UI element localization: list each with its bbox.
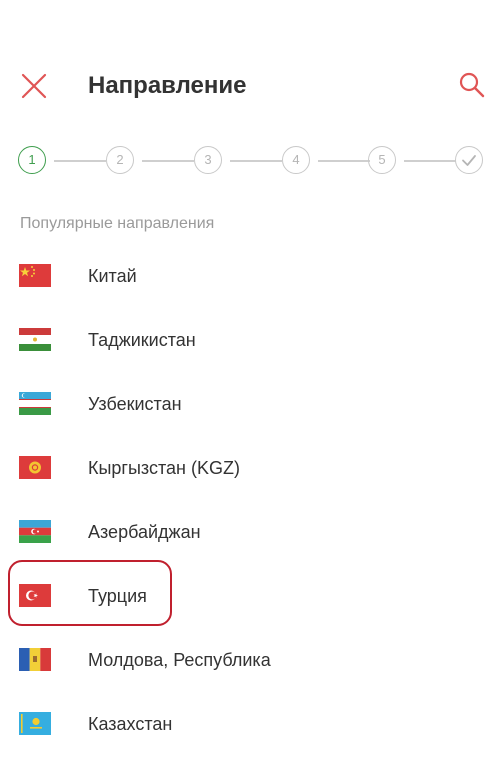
- step-connector: [404, 160, 456, 162]
- country-name: Молдова, Республика: [88, 650, 271, 670]
- header: Направление: [0, 0, 502, 130]
- page-title: Направление: [88, 72, 247, 99]
- search-button[interactable]: [456, 70, 488, 102]
- step-connector: [54, 160, 106, 162]
- list-item[interactable]: Таджикистан: [0, 308, 502, 372]
- turkey-flag-icon: [19, 584, 51, 607]
- kyrgyzstan-flag-icon: [19, 456, 51, 479]
- step-5[interactable]: 5: [368, 146, 396, 174]
- list-item[interactable]: Турция: [0, 564, 502, 628]
- country-name: Кыргызстан (KGZ): [88, 458, 240, 478]
- list-item[interactable]: Китай: [0, 244, 502, 308]
- list-item[interactable]: Кыргызстан (KGZ): [0, 436, 502, 500]
- step-3[interactable]: 3: [194, 146, 222, 174]
- list-item[interactable]: Молдова, Республика: [0, 628, 502, 692]
- country-name: Турция: [88, 586, 147, 606]
- section-label: Популярные направления: [20, 215, 215, 232]
- close-button[interactable]: [18, 70, 50, 102]
- list-item[interactable]: Казахстан: [0, 692, 502, 756]
- close-icon: [21, 73, 47, 99]
- step-connector: [230, 160, 282, 162]
- country-name: Таджикистан: [88, 330, 196, 350]
- step-4[interactable]: 4: [282, 146, 310, 174]
- azerbaijan-flag-icon: [19, 520, 51, 543]
- kazakhstan-flag-icon: [19, 712, 51, 735]
- step-connector: [318, 160, 370, 162]
- search-icon: [459, 72, 485, 98]
- step-1[interactable]: 1: [18, 146, 46, 174]
- list-item[interactable]: Узбекистан: [0, 372, 502, 436]
- country-name: Казахстан: [88, 714, 173, 734]
- list-item[interactable]: Азербайджан: [0, 500, 502, 564]
- moldova-flag-icon: [19, 648, 51, 671]
- china-flag-icon: [19, 264, 51, 287]
- check-icon: [462, 155, 476, 166]
- country-name: Азербайджан: [88, 522, 201, 542]
- step-2[interactable]: 2: [106, 146, 134, 174]
- step-connector: [142, 160, 194, 162]
- tajikistan-flag-icon: [19, 328, 51, 351]
- step-final[interactable]: [455, 146, 483, 174]
- uzbekistan-flag-icon: [19, 392, 51, 415]
- country-name: Узбекистан: [88, 394, 182, 414]
- country-name: Китай: [88, 266, 137, 286]
- stepper: 1 2 3 4 5: [18, 146, 486, 176]
